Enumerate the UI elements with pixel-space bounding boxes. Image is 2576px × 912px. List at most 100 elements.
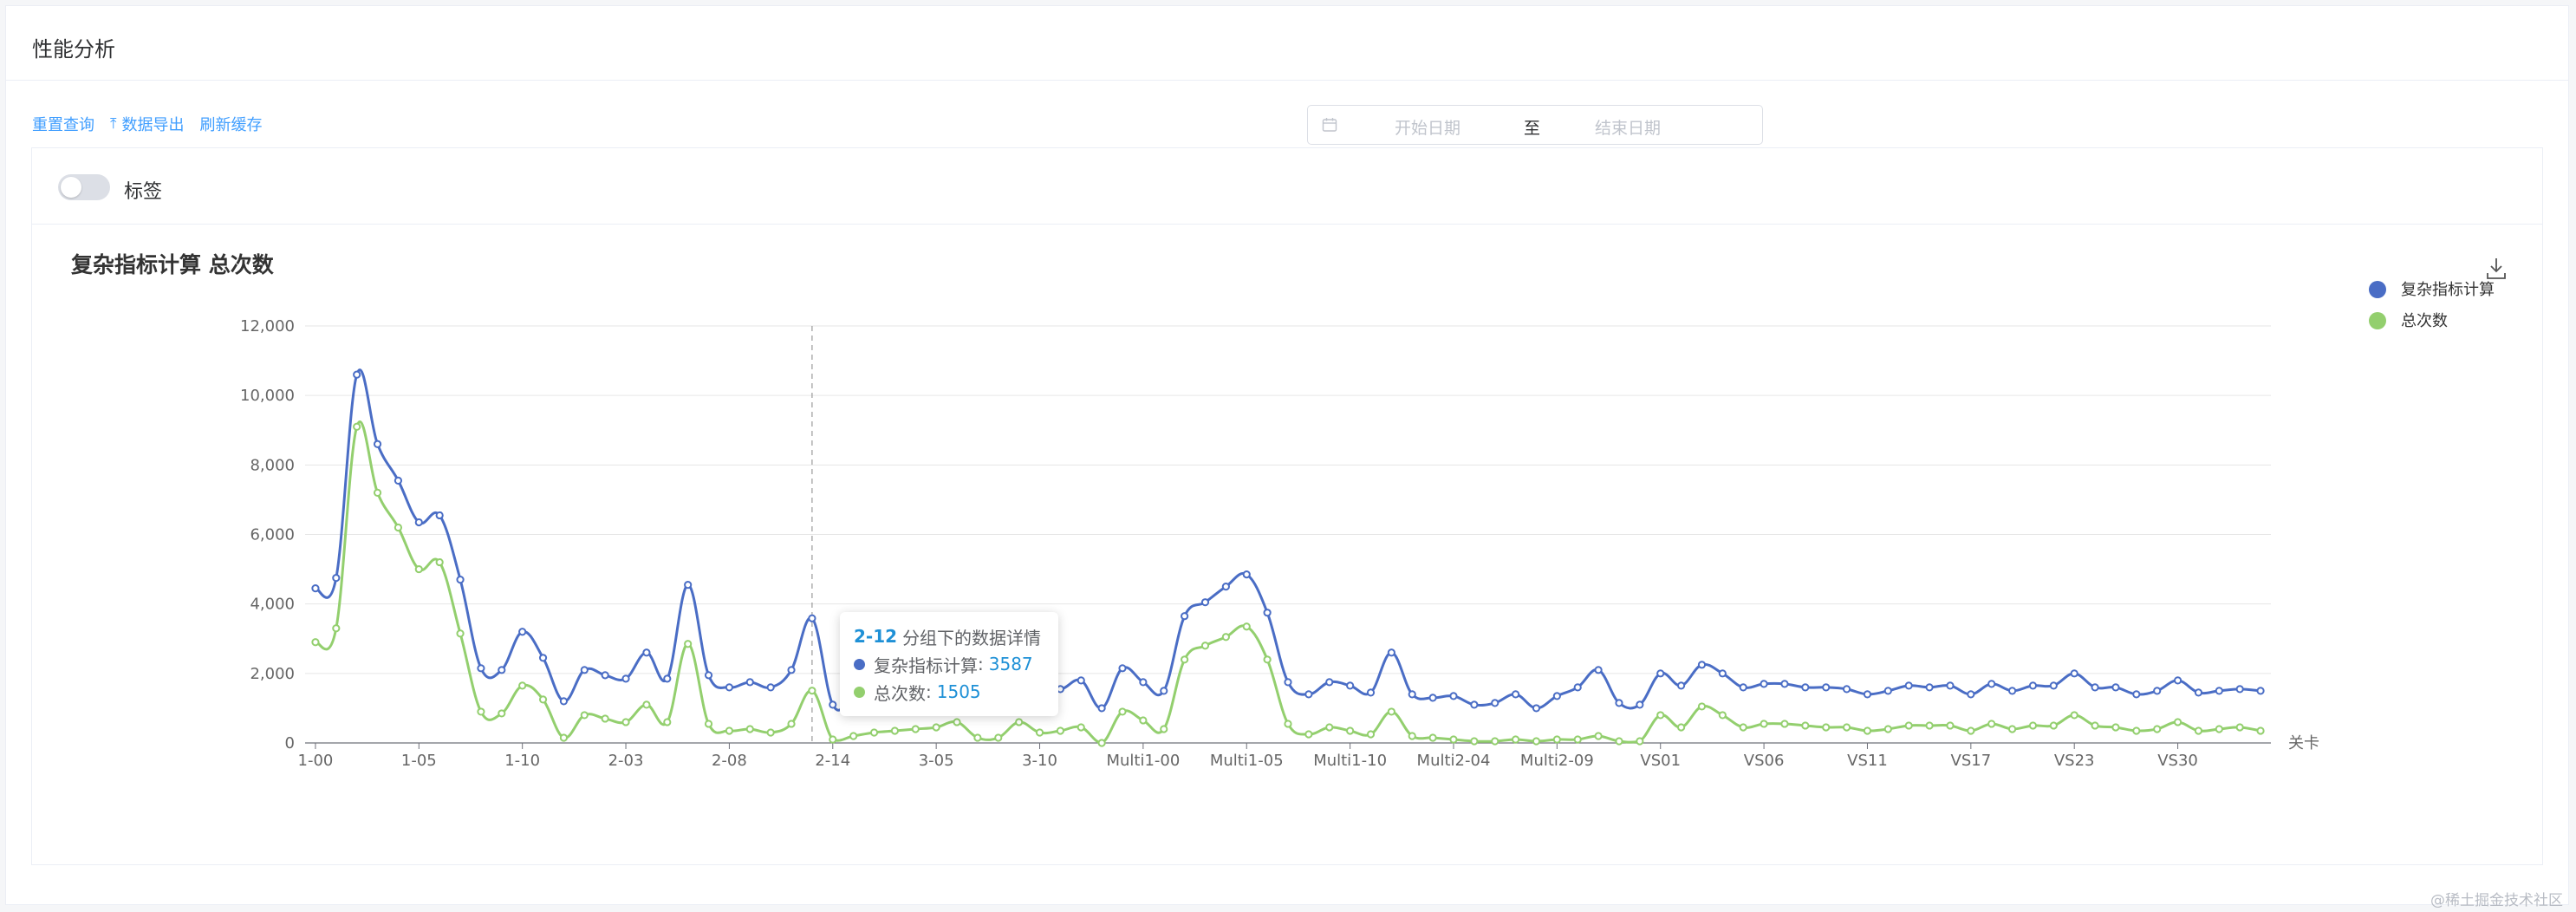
data-point: [1491, 699, 1499, 707]
data-point: [1449, 692, 1458, 700]
data-point: [745, 678, 754, 687]
data-point: [559, 733, 569, 742]
data-point: [1304, 730, 1313, 739]
chart-series: [311, 368, 2265, 747]
data-point: [766, 683, 775, 692]
x-tick-label: VS06: [1744, 752, 1785, 770]
x-axis-label: 关卡: [2288, 734, 2319, 752]
data-point: [498, 666, 506, 674]
x-tick-label: 3-05: [919, 752, 954, 770]
data-point: [1346, 726, 1355, 735]
data-point: [1822, 683, 1831, 692]
data-point: [518, 681, 527, 690]
data-point: [1077, 676, 1085, 685]
data-point: [2153, 687, 2162, 695]
data-point: [642, 700, 651, 709]
data-point: [1242, 622, 1251, 631]
x-tick-label: 1-10: [504, 752, 540, 770]
data-point: [1760, 720, 1768, 728]
data-point: [1428, 694, 1437, 702]
data-point: [1552, 735, 1561, 744]
data-point: [1181, 655, 1189, 664]
data-point: [1573, 683, 1582, 692]
data-point: [1904, 721, 1913, 730]
data-point: [1387, 648, 1395, 657]
data-point: [787, 720, 796, 728]
data-point: [1181, 612, 1189, 621]
line-chart: 复杂指标计算 总次数 0 2,000 4,000 6,000 8,000 10,000 12…: [71, 252, 2506, 770]
legend-label: 总次数: [2401, 312, 2448, 330]
data-point: [808, 687, 816, 695]
data-point: [1346, 681, 1355, 690]
data-point: [1946, 721, 1955, 730]
data-point: [477, 707, 485, 716]
data-point: [1428, 733, 1437, 742]
data-point: [1097, 739, 1106, 747]
tooltip-series-value: 1505: [936, 681, 981, 702]
data-point: [1780, 680, 1789, 688]
x-tick-label: 1-00: [298, 752, 334, 770]
watermark: @稀土掘金技术社区: [2430, 892, 2563, 909]
data-point: [1366, 688, 1376, 697]
data-point: [2091, 683, 2099, 692]
data-point: [1263, 655, 1272, 664]
data-point: [1325, 723, 1334, 732]
data-point: [1512, 690, 1520, 699]
data-point: [725, 726, 734, 735]
tooltip-category: 2-12: [854, 626, 898, 647]
data-point: [684, 640, 693, 648]
data-point: [1697, 661, 1707, 669]
data-point: [2007, 725, 2017, 733]
x-tick-label: Multi1-05: [1210, 752, 1284, 770]
data-point: [2028, 721, 2038, 730]
data-point: [849, 732, 858, 740]
data-point: [332, 574, 341, 583]
data-point: [1139, 678, 1148, 687]
data-point: [1677, 681, 1686, 690]
tooltip-series-value: 3587: [988, 654, 1033, 674]
y-tick-label: 0: [285, 734, 295, 752]
data-point: [477, 664, 485, 673]
data-point: [1470, 737, 1479, 746]
data-point: [1967, 726, 1975, 735]
data-point: [353, 422, 361, 431]
data-point: [1284, 720, 1292, 728]
y-tick-label: 4,000: [250, 596, 295, 614]
data-point: [1118, 707, 1127, 716]
data-point: [2007, 687, 2017, 695]
data-point: [353, 370, 361, 379]
data-point: [1987, 720, 1996, 728]
data-point: [1718, 669, 1727, 678]
data-point: [435, 557, 444, 567]
tooltip-row: 复杂指标计算: 3587: [854, 650, 1044, 678]
data-point: [414, 564, 423, 574]
data-point: [1097, 704, 1106, 713]
data-point: [1822, 723, 1831, 732]
data-point: [538, 654, 548, 662]
x-tick-label: 2-03: [608, 752, 644, 770]
data-point: [1883, 725, 1892, 733]
data-point: [1304, 690, 1313, 699]
data-point: [1470, 700, 1479, 709]
data-point: [745, 725, 754, 733]
data-point: [1056, 726, 1064, 735]
data-point: [1200, 642, 1210, 650]
data-point: [1946, 681, 1955, 690]
data-point: [311, 638, 320, 647]
data-point: [373, 488, 382, 498]
data-point: [1035, 728, 1044, 737]
data-point: [435, 511, 444, 520]
data-point: [1532, 737, 1541, 746]
y-tick-label: 10,000: [240, 387, 295, 405]
data-point: [1967, 690, 1975, 699]
data-point: [1118, 664, 1127, 673]
y-tick-label: 2,000: [250, 665, 295, 683]
y-tick-label: 12,000: [240, 317, 295, 335]
data-point: [2256, 726, 2265, 735]
download-icon[interactable]: [2487, 258, 2506, 279]
data-point: [663, 674, 672, 683]
chart-title: 复杂指标计算 总次数: [71, 252, 275, 277]
data-point: [725, 683, 734, 692]
tooltip-suffix: 分组下的数据详情: [902, 627, 1042, 648]
data-point: [787, 666, 796, 674]
